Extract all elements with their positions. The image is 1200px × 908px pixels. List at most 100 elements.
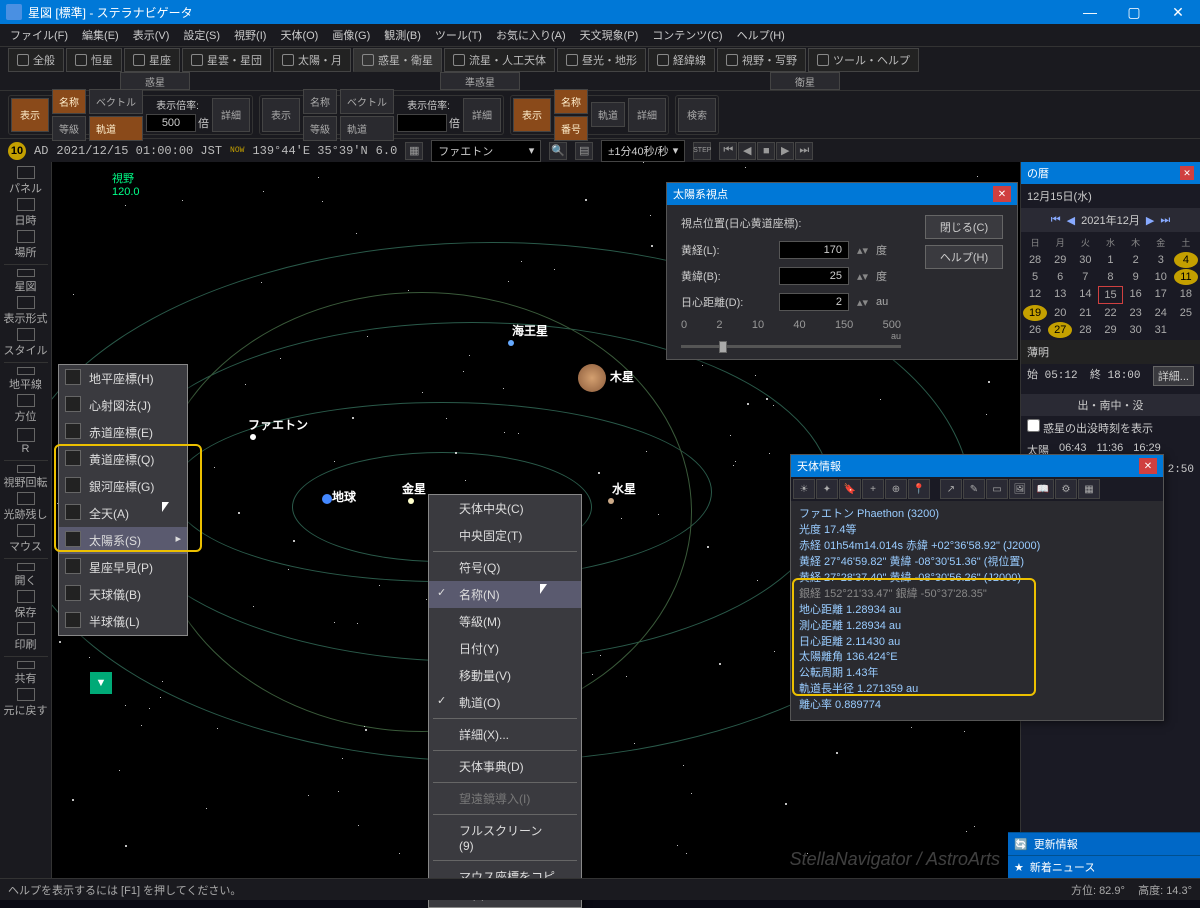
rail-方位[interactable]: 方位 [4, 394, 48, 424]
ctx-item[interactable]: ✓名称(N) [429, 581, 581, 608]
menu-item[interactable]: ファイル(F) [4, 25, 74, 45]
info-close-button[interactable]: ✕ [1139, 458, 1157, 474]
mult-input[interactable] [146, 114, 196, 132]
show-button-3[interactable]: 表示 [513, 98, 551, 132]
detail-button-3[interactable]: 詳細 [628, 98, 666, 132]
menu-item[interactable]: 天体(O) [274, 25, 324, 45]
menu-item[interactable]: 編集(E) [76, 25, 125, 45]
time-badge[interactable]: 10 [8, 142, 26, 160]
menu-item[interactable]: コンテンツ(C) [646, 25, 728, 45]
cal-close-button[interactable]: ✕ [1180, 166, 1194, 180]
lat-input[interactable] [779, 267, 849, 285]
ctx-item[interactable]: フルスクリーン(9) [429, 817, 581, 858]
rail-共有[interactable]: 共有 [4, 656, 48, 686]
tab[interactable]: 視野・写野 [717, 48, 806, 72]
ctx-item[interactable]: 黄道座標(Q) [59, 446, 187, 473]
menu-item[interactable]: 設定(S) [177, 25, 226, 45]
tab[interactable]: 流星・人工天体 [444, 48, 555, 72]
show-button-2[interactable]: 表示 [262, 98, 300, 132]
tab[interactable]: 星雲・星団 [182, 48, 271, 72]
sun-icon[interactable]: ☀ [793, 479, 815, 499]
show-button[interactable]: 表示 [11, 98, 49, 132]
rail-保存[interactable]: 保存 [4, 590, 48, 620]
tab[interactable]: 星座 [124, 48, 180, 72]
menu-item[interactable]: お気に入り(A) [490, 25, 572, 45]
ctx-item[interactable]: 天球儀(B) [59, 581, 187, 608]
lon-stepper[interactable]: ▴▾ [857, 244, 868, 257]
dist-slider[interactable]: 021040150500 au [681, 319, 901, 349]
cal-prev-month[interactable]: ◀ [1067, 214, 1075, 227]
rail-マウス[interactable]: マウス [4, 524, 48, 554]
minimize-button[interactable]: — [1068, 0, 1112, 24]
lat-stepper[interactable]: ▴▾ [857, 270, 868, 283]
solar-close-button[interactable]: ✕ [993, 186, 1011, 202]
now-button[interactable]: NOW [230, 146, 244, 155]
search-button[interactable]: 検索 [678, 98, 716, 132]
solar-help-btn[interactable]: ヘルプ(H) [925, 245, 1003, 269]
book-icon[interactable]: 📖 [1032, 479, 1054, 499]
skip-fwd-button[interactable]: ⏭ [795, 142, 813, 160]
calendar-grid[interactable]: 日月火水木金土282930123456789101112131415161718… [1021, 232, 1200, 340]
cross-icon[interactable]: + [862, 479, 884, 499]
pencil-icon[interactable]: ✎ [963, 479, 985, 499]
name-toggle[interactable]: 名称 [52, 89, 86, 114]
vector-toggle-2[interactable]: ベクトル [340, 89, 394, 114]
name-toggle-3[interactable]: 名称 [554, 89, 588, 114]
tag-icon[interactable]: 🔖 [839, 479, 861, 499]
ctx-item[interactable]: 詳細(X)... [429, 721, 581, 748]
tab[interactable]: ツール・ヘルプ [808, 48, 919, 72]
subtab[interactable]: 衛星 [770, 72, 840, 90]
ctx-item[interactable]: 赤道座標(E) [59, 419, 187, 446]
frame-icon[interactable]: ▭ [986, 479, 1008, 499]
orbit-toggle-3[interactable]: 軌道 [591, 102, 625, 127]
mag-toggle-2[interactable]: 等級 [303, 116, 337, 141]
ctx-item[interactable]: 太陽系(S)▸ [59, 527, 187, 554]
number-toggle[interactable]: 番号 [554, 116, 588, 141]
detail-button-1[interactable]: 詳細 [212, 98, 250, 132]
target-icon[interactable]: ⊕ [885, 479, 907, 499]
updates-row[interactable]: 🔄更新情報 [1008, 832, 1200, 855]
tab[interactable]: 太陽・月 [273, 48, 351, 72]
close-button[interactable]: ✕ [1156, 0, 1200, 24]
tab[interactable]: 恒星 [66, 48, 122, 72]
rail-R[interactable]: R [4, 426, 48, 456]
fov-detail-icon[interactable]: ▦ [405, 142, 423, 160]
pin-icon[interactable]: 📍 [908, 479, 930, 499]
list-icon[interactable]: ▤ [575, 142, 593, 160]
riseset-checkbox[interactable] [1027, 419, 1040, 432]
ctx-item[interactable]: 銀河座標(G) [59, 473, 187, 500]
grid-icon[interactable]: ▦ [1078, 479, 1100, 499]
mult-input-2[interactable] [397, 114, 447, 132]
ctx-item[interactable]: 等級(M) [429, 608, 581, 635]
rail-印刷[interactable]: 印刷 [4, 622, 48, 652]
rail-地平線[interactable]: 地平線 [4, 362, 48, 392]
gear-icon[interactable]: ⚙ [1055, 479, 1077, 499]
step-detail-icon[interactable]: STEP [693, 142, 711, 160]
dist-input[interactable] [779, 293, 849, 311]
ctx-item[interactable]: 心射図法(J) [59, 392, 187, 419]
maximize-button[interactable]: ▢ [1112, 0, 1156, 24]
rail-場所[interactable]: 場所 [4, 230, 48, 260]
ctx-item[interactable]: 星座早見(P) [59, 554, 187, 581]
orbit-toggle[interactable]: 軌道 [89, 116, 143, 141]
image-icon[interactable]: 🖼 [1009, 479, 1031, 499]
rail-光跡残し[interactable]: 光跡残し [4, 492, 48, 522]
ctx-item[interactable]: 符号(Q) [429, 554, 581, 581]
dist-stepper[interactable]: ▴▾ [857, 296, 868, 309]
tab[interactable]: 惑星・衛星 [353, 48, 442, 72]
solar-close-btn[interactable]: 閉じる(C) [925, 215, 1003, 239]
ctx-item[interactable]: 天体中央(C) [429, 495, 581, 522]
rail-開く[interactable]: 開く [4, 558, 48, 588]
ctx-item[interactable]: 移動量(V) [429, 662, 581, 689]
rail-元に戻す[interactable]: 元に戻す [4, 688, 48, 718]
cal-detail-btn[interactable]: 詳細... [1153, 366, 1194, 386]
menu-item[interactable]: 観測(B) [378, 25, 427, 45]
step-dropdown[interactable]: ±1分40秒/秒▾ [601, 140, 685, 162]
play-button[interactable]: ▶ [776, 142, 794, 160]
tab[interactable]: 経緯線 [648, 48, 715, 72]
tab[interactable]: 昼光・地形 [557, 48, 646, 72]
cal-prev-year[interactable]: ⏮ [1051, 214, 1061, 227]
target-dropdown[interactable]: ファエトン▾ [431, 140, 541, 162]
rail-パネル[interactable]: パネル [4, 166, 48, 196]
ctx-item[interactable]: 中央固定(T) [429, 522, 581, 549]
